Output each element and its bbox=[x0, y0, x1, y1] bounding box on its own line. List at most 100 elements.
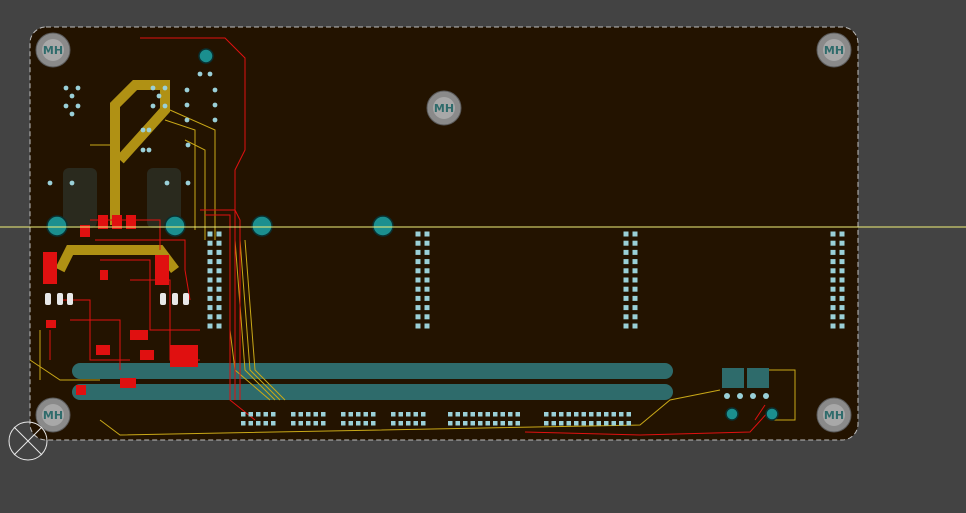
via[interactable] bbox=[184, 87, 190, 93]
pad[interactable] bbox=[500, 412, 506, 417]
pad[interactable] bbox=[216, 295, 222, 301]
pad[interactable] bbox=[623, 240, 629, 246]
pad[interactable] bbox=[413, 421, 419, 426]
via[interactable] bbox=[69, 111, 75, 117]
pad[interactable] bbox=[589, 412, 594, 417]
pad[interactable] bbox=[216, 231, 222, 237]
pad[interactable] bbox=[839, 231, 845, 237]
pad[interactable] bbox=[313, 412, 319, 417]
pad[interactable] bbox=[830, 249, 836, 255]
pad[interactable] bbox=[632, 295, 638, 301]
pad[interactable] bbox=[216, 323, 222, 329]
pcb-canvas[interactable]: MH MH MH MH MH bbox=[0, 0, 966, 513]
via[interactable] bbox=[197, 71, 203, 77]
pad[interactable] bbox=[415, 231, 421, 237]
pad[interactable] bbox=[611, 421, 617, 426]
pad[interactable] bbox=[839, 277, 845, 283]
pcb-canvas-viewport[interactable]: MH MH MH MH MH bbox=[0, 0, 966, 513]
pad[interactable] bbox=[839, 240, 845, 246]
pad[interactable] bbox=[207, 295, 213, 301]
pad[interactable] bbox=[559, 421, 564, 426]
pad[interactable] bbox=[415, 249, 421, 255]
via[interactable] bbox=[212, 117, 218, 123]
pad[interactable] bbox=[830, 231, 836, 237]
pad[interactable] bbox=[424, 277, 430, 283]
via[interactable] bbox=[146, 127, 152, 133]
via[interactable] bbox=[156, 93, 162, 99]
via[interactable] bbox=[69, 93, 75, 99]
pad[interactable] bbox=[619, 421, 624, 426]
pad[interactable] bbox=[830, 240, 836, 246]
pad[interactable] bbox=[463, 421, 468, 426]
pad[interactable] bbox=[839, 286, 845, 292]
pad[interactable] bbox=[406, 412, 411, 417]
pad[interactable] bbox=[830, 323, 836, 329]
pad[interactable] bbox=[424, 240, 430, 246]
via[interactable] bbox=[185, 180, 191, 186]
pad[interactable] bbox=[415, 277, 421, 283]
via[interactable] bbox=[75, 103, 81, 109]
pad[interactable] bbox=[581, 421, 587, 426]
pad[interactable] bbox=[632, 277, 638, 283]
pad[interactable] bbox=[574, 412, 579, 417]
pad[interactable] bbox=[207, 323, 213, 329]
pad[interactable] bbox=[623, 323, 629, 329]
pad[interactable] bbox=[544, 412, 549, 417]
pad[interactable] bbox=[415, 305, 421, 311]
pad[interactable] bbox=[750, 393, 756, 399]
pad[interactable] bbox=[623, 259, 629, 265]
pad[interactable] bbox=[241, 421, 246, 426]
pad[interactable] bbox=[415, 259, 421, 265]
pad[interactable] bbox=[263, 412, 269, 417]
pad[interactable] bbox=[470, 412, 476, 417]
pad[interactable] bbox=[626, 421, 632, 426]
pad[interactable] bbox=[207, 314, 213, 320]
pad[interactable] bbox=[623, 277, 629, 283]
pad[interactable] bbox=[632, 305, 638, 311]
pad[interactable] bbox=[830, 286, 836, 292]
pad[interactable] bbox=[493, 412, 498, 417]
pad[interactable] bbox=[632, 286, 638, 292]
pad[interactable] bbox=[839, 259, 845, 265]
pad[interactable] bbox=[559, 412, 564, 417]
pad[interactable] bbox=[830, 295, 836, 301]
pad[interactable] bbox=[348, 421, 354, 426]
pad[interactable] bbox=[632, 268, 638, 274]
pad[interactable] bbox=[216, 259, 222, 265]
pad[interactable] bbox=[623, 314, 629, 320]
pad[interactable] bbox=[485, 421, 491, 426]
pad[interactable] bbox=[216, 277, 222, 283]
pad[interactable] bbox=[415, 268, 421, 274]
pad[interactable] bbox=[291, 412, 296, 417]
pad[interactable] bbox=[515, 421, 521, 426]
pad[interactable] bbox=[763, 393, 769, 399]
pad[interactable] bbox=[508, 412, 513, 417]
via[interactable] bbox=[69, 180, 75, 186]
pad[interactable] bbox=[632, 323, 638, 329]
pad[interactable] bbox=[424, 286, 430, 292]
pad[interactable] bbox=[470, 421, 476, 426]
pad[interactable] bbox=[291, 421, 296, 426]
pad[interactable] bbox=[830, 277, 836, 283]
pad[interactable] bbox=[623, 286, 629, 292]
pad[interactable] bbox=[341, 412, 346, 417]
pad[interactable] bbox=[248, 421, 254, 426]
pad[interactable] bbox=[391, 421, 396, 426]
pad[interactable] bbox=[391, 412, 396, 417]
pad[interactable] bbox=[455, 412, 461, 417]
pad[interactable] bbox=[406, 421, 411, 426]
pad[interactable] bbox=[207, 277, 213, 283]
pad[interactable] bbox=[207, 259, 213, 265]
via[interactable] bbox=[75, 85, 81, 91]
pad[interactable] bbox=[493, 421, 498, 426]
pad[interactable] bbox=[596, 421, 602, 426]
pad[interactable] bbox=[463, 412, 468, 417]
pad[interactable] bbox=[500, 421, 506, 426]
pad[interactable] bbox=[421, 421, 426, 426]
pad[interactable] bbox=[298, 412, 304, 417]
via[interactable] bbox=[150, 85, 156, 91]
pad[interactable] bbox=[207, 268, 213, 274]
pad[interactable] bbox=[398, 421, 404, 426]
pad[interactable] bbox=[363, 412, 369, 417]
pad[interactable] bbox=[632, 314, 638, 320]
